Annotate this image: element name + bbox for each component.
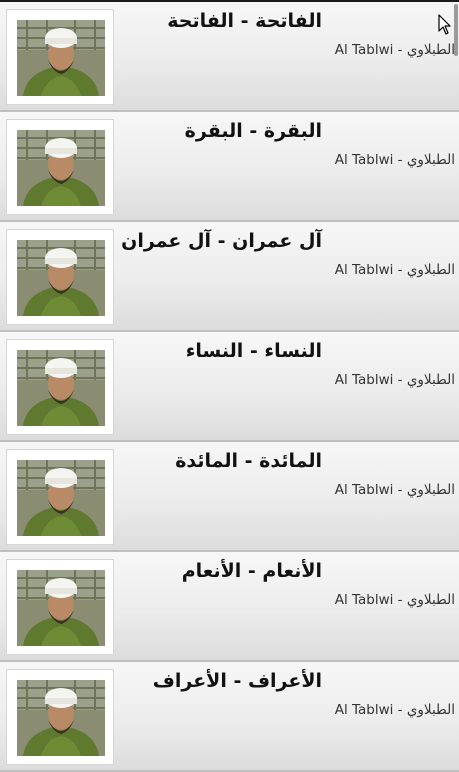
item-subtitle: الطبلاوي - Al Tablwi <box>334 42 455 58</box>
list-item[interactable]: الفاتحة - الفاتحة الطبلاوي - Al Tablwi <box>0 2 459 112</box>
reciter-photo <box>17 350 105 426</box>
reciter-photo <box>17 460 105 536</box>
reciter-photo <box>17 570 105 646</box>
reciter-thumbnail <box>6 119 114 215</box>
item-title: المائدة - المائدة <box>175 450 322 472</box>
item-subtitle: الطبلاوي - Al Tablwi <box>334 262 455 278</box>
item-subtitle: الطبلاوي - Al Tablwi <box>334 482 455 498</box>
reciter-thumbnail <box>6 229 114 325</box>
item-title: الفاتحة - الفاتحة <box>167 10 322 32</box>
reciter-photo <box>17 240 105 316</box>
item-title: البقرة - البقرة <box>184 120 322 142</box>
reciter-thumbnail <box>6 559 114 655</box>
item-subtitle: الطبلاوي - Al Tablwi <box>334 592 455 608</box>
list-item[interactable]: المائدة - المائدة الطبلاوي - Al Tablwi <box>0 442 459 552</box>
reciter-thumbnail <box>6 669 114 765</box>
reciter-thumbnail <box>6 9 114 105</box>
scrollbar[interactable] <box>454 4 458 56</box>
item-subtitle: الطبلاوي - Al Tablwi <box>334 702 455 718</box>
recitation-list: الفاتحة - الفاتحة الطبلاوي - Al Tablwi ا… <box>0 2 459 772</box>
list-item[interactable]: الأعراف - الأعراف الطبلاوي - Al Tablwi <box>0 662 459 772</box>
reciter-photo <box>17 680 105 756</box>
list-item[interactable]: البقرة - البقرة الطبلاوي - Al Tablwi <box>0 112 459 222</box>
reciter-thumbnail <box>6 449 114 545</box>
list-item[interactable]: النساء - النساء الطبلاوي - Al Tablwi <box>0 332 459 442</box>
list-item[interactable]: آل عمران - آل عمران الطبلاوي - Al Tablwi <box>0 222 459 332</box>
list-item[interactable]: الأنعام - الأنعام الطبلاوي - Al Tablwi <box>0 552 459 662</box>
reciter-photo <box>17 130 105 206</box>
item-title: النساء - النساء <box>185 340 322 362</box>
reciter-thumbnail <box>6 339 114 435</box>
item-title: آل عمران - آل عمران <box>121 230 322 252</box>
item-title: الأنعام - الأنعام <box>181 560 322 582</box>
reciter-photo <box>17 20 105 96</box>
mouse-pointer-icon <box>438 14 451 35</box>
item-title: الأعراف - الأعراف <box>152 670 322 692</box>
item-subtitle: الطبلاوي - Al Tablwi <box>334 372 455 388</box>
item-subtitle: الطبلاوي - Al Tablwi <box>334 152 455 168</box>
